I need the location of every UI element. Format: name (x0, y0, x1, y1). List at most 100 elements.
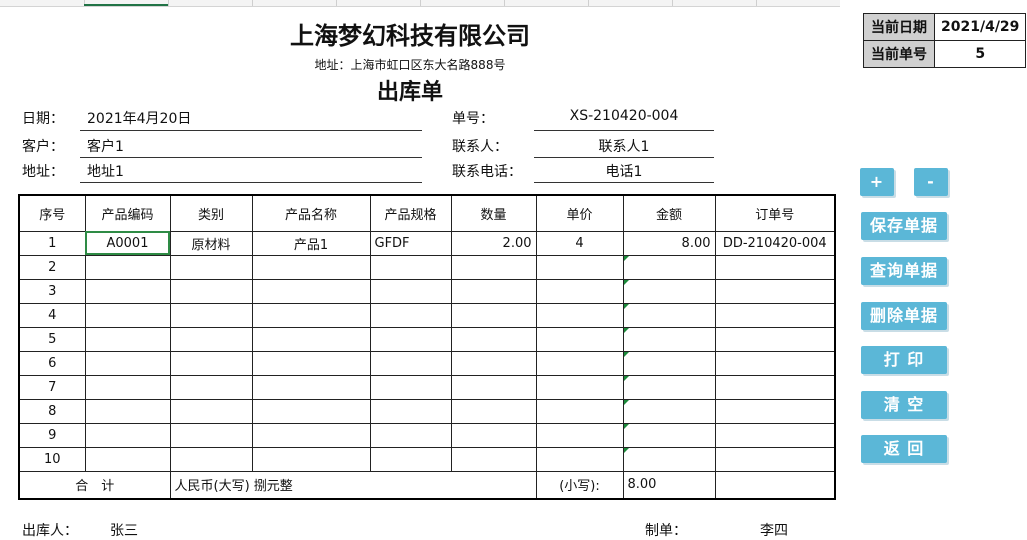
quantity-cell[interactable] (450, 326, 537, 352)
quantity-cell[interactable]: 2.00 (450, 230, 537, 256)
amount-cell[interactable] (622, 398, 716, 424)
quantity-cell[interactable] (450, 446, 537, 472)
order-no-cell[interactable] (714, 422, 836, 448)
category-cell[interactable]: 原材料 (169, 230, 253, 256)
order-no-cell[interactable] (714, 374, 836, 400)
spec-cell[interactable] (369, 422, 452, 448)
quantity-cell[interactable] (450, 254, 537, 280)
table-header-row: 序号 产品编码 类别 产品名称 产品规格 数量 单价 金额 订单号 (18, 194, 836, 232)
print-button[interactable]: 打 印 (861, 346, 947, 374)
unit-price-cell[interactable] (535, 398, 624, 424)
spec-cell[interactable] (369, 278, 452, 304)
product-code-cell[interactable] (84, 326, 171, 352)
unit-price-cell[interactable] (535, 422, 624, 448)
category-cell[interactable] (169, 350, 253, 376)
spec-cell[interactable] (369, 350, 452, 376)
unit-price-cell[interactable] (535, 278, 624, 304)
amount-cell[interactable] (622, 326, 716, 352)
category-cell[interactable] (169, 278, 253, 304)
order-no-cell[interactable] (714, 350, 836, 376)
product-code-cell[interactable] (84, 398, 171, 424)
product-code-cell[interactable] (84, 374, 171, 400)
category-cell[interactable] (169, 254, 253, 280)
product-code-cell[interactable] (84, 278, 171, 304)
amount-cell[interactable]: 8.00 (622, 230, 716, 256)
category-cell[interactable] (169, 326, 253, 352)
amount-cell[interactable] (622, 302, 716, 328)
order-no-cell[interactable]: DD-210420-004 (714, 230, 836, 256)
back-button[interactable]: 返 回 (861, 435, 947, 463)
quantity-cell[interactable] (450, 374, 537, 400)
order-no-value[interactable]: XS-210420-004 (534, 108, 714, 124)
product-name-cell[interactable] (251, 350, 371, 376)
product-name-cell[interactable] (251, 254, 371, 280)
product-name-cell[interactable] (251, 326, 371, 352)
unit-price-cell[interactable] (535, 326, 624, 352)
product-name-cell[interactable]: 产品1 (251, 230, 371, 256)
unit-price-cell[interactable]: 4 (535, 230, 624, 256)
spec-cell[interactable] (369, 374, 452, 400)
items-table: 序号 产品编码 类别 产品名称 产品规格 数量 单价 金额 订单号 1 A000… (18, 194, 836, 500)
phone-value[interactable]: 电话1 (534, 161, 714, 181)
date-value[interactable]: 2021年4月20日 (87, 108, 191, 128)
unit-price-cell[interactable] (535, 302, 624, 328)
unit-price-cell[interactable] (535, 446, 624, 472)
unit-price-cell[interactable] (535, 374, 624, 400)
spec-cell[interactable] (369, 446, 452, 472)
phone-label: 联系电话： (452, 164, 522, 180)
spec-cell[interactable] (369, 254, 452, 280)
product-name-cell[interactable] (251, 302, 371, 328)
unit-price-cell[interactable] (535, 350, 624, 376)
amount-cell[interactable] (622, 446, 716, 472)
spec-cell[interactable]: GFDF (369, 230, 452, 256)
query-button[interactable]: 查询单据 (861, 257, 947, 285)
maker-value[interactable]: 李四 (760, 520, 788, 540)
product-name-cell[interactable] (251, 278, 371, 304)
product-name-cell[interactable] (251, 398, 371, 424)
category-cell[interactable] (169, 374, 253, 400)
remove-row-button[interactable]: - (914, 168, 948, 196)
quantity-cell[interactable] (450, 350, 537, 376)
product-name-cell[interactable] (251, 446, 371, 472)
product-code-cell[interactable] (84, 446, 171, 472)
category-cell[interactable] (169, 422, 253, 448)
quantity-cell[interactable] (450, 422, 537, 448)
order-no-cell[interactable] (714, 326, 836, 352)
spec-cell[interactable] (369, 302, 452, 328)
order-no-cell[interactable] (714, 278, 836, 304)
amount-cell[interactable] (622, 254, 716, 280)
customer-value[interactable]: 客户1 (87, 136, 124, 156)
contact-value[interactable]: 联系人1 (534, 136, 714, 156)
amount-cell[interactable] (622, 350, 716, 376)
category-cell[interactable] (169, 302, 253, 328)
product-name-cell[interactable] (251, 422, 371, 448)
product-code-cell[interactable]: A0001 (84, 230, 171, 256)
quantity-cell[interactable] (450, 302, 537, 328)
quantity-cell[interactable] (450, 398, 537, 424)
spec-cell[interactable] (369, 326, 452, 352)
delete-button[interactable]: 删除单据 (861, 302, 947, 330)
product-code-cell[interactable] (84, 422, 171, 448)
issuer-value[interactable]: 张三 (110, 520, 138, 540)
address-value[interactable]: 地址1 (87, 161, 124, 181)
amount-cell[interactable] (622, 278, 716, 304)
product-code-cell[interactable] (84, 254, 171, 280)
clear-button[interactable]: 清 空 (861, 391, 947, 419)
product-name-cell[interactable] (251, 374, 371, 400)
spec-cell[interactable] (369, 398, 452, 424)
add-row-button[interactable]: + (860, 168, 894, 196)
order-no-cell[interactable] (714, 446, 836, 472)
amount-cell[interactable] (622, 422, 716, 448)
product-code-cell[interactable] (84, 350, 171, 376)
save-button[interactable]: 保存单据 (861, 212, 947, 240)
order-no-cell[interactable] (714, 302, 836, 328)
unit-price-cell[interactable] (535, 254, 624, 280)
product-code-cell[interactable] (84, 302, 171, 328)
category-cell[interactable] (169, 446, 253, 472)
category-cell[interactable] (169, 398, 253, 424)
amount-cell[interactable] (622, 374, 716, 400)
table-row: 2 (18, 254, 836, 280)
order-no-cell[interactable] (714, 254, 836, 280)
quantity-cell[interactable] (450, 278, 537, 304)
order-no-cell[interactable] (714, 398, 836, 424)
